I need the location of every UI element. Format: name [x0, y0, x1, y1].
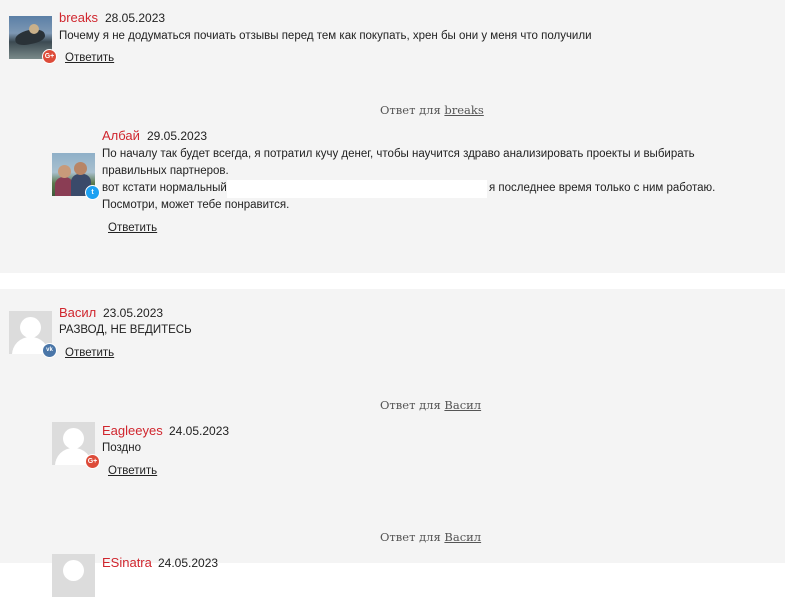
reply-for-prefix: Ответ для	[380, 398, 441, 412]
reply-for-label: Ответ для breaks	[380, 103, 484, 117]
comment-text-line: По началу так будет всегда, я потратил к…	[102, 148, 695, 160]
comment-text-line: я последнее время только с ним работаю.	[489, 182, 716, 194]
comment-author[interactable]: breaks	[59, 10, 98, 25]
reply-button[interactable]: Ответить	[108, 222, 157, 234]
avatar-photo-detail	[58, 165, 71, 178]
reply-for-target-link[interactable]: breaks	[444, 103, 483, 117]
comment-text-line: правильных партнеров.	[102, 165, 229, 177]
comment-thread-2: vk Васил 23.05.2023 РАЗВОД, НЕ ВЕДИТЕСЬ …	[0, 289, 785, 597]
comment-text: Поздно	[102, 442, 142, 454]
reply-for-prefix: Ответ для	[380, 103, 441, 117]
redacted-link	[227, 180, 487, 198]
comment-thread-1: G+ breaks 28.05.2023 Почему я не додумат…	[0, 0, 785, 273]
comment-date: 29.05.2023	[147, 129, 208, 143]
comment-author[interactable]: Eagleeyes	[102, 423, 163, 438]
comment-date: 24.05.2023	[158, 556, 219, 570]
twitter-icon: t	[85, 185, 100, 200]
default-avatar-head	[63, 428, 84, 449]
reply-for-target-link[interactable]: Васил	[444, 398, 481, 412]
avatar-photo-detail	[74, 162, 87, 175]
reply-button[interactable]: Ответить	[108, 465, 157, 477]
comment-date: 23.05.2023	[103, 306, 164, 320]
comment-date: 28.05.2023	[105, 11, 166, 25]
google-plus-icon: G+	[85, 454, 100, 469]
reply-for-label: Ответ для Васил	[380, 530, 481, 544]
reply-for-prefix: Ответ для	[380, 530, 441, 544]
reply-button[interactable]: Ответить	[65, 52, 114, 64]
reply-button[interactable]: Ответить	[65, 347, 114, 359]
comment-author[interactable]: Васил	[59, 305, 96, 320]
default-avatar-head	[63, 560, 84, 581]
comment-text: РАЗВОД, НЕ ВЕДИТЕСЬ	[59, 324, 192, 336]
default-avatar-head	[20, 317, 41, 338]
comment-text-line: Посмотри, может тебе понравится.	[102, 199, 290, 211]
comment-text: Почему я не додуматься почиать отзывы пе…	[59, 30, 592, 42]
reply-for-target-link[interactable]: Васил	[444, 530, 481, 544]
comment-date: 24.05.2023	[169, 424, 230, 438]
comment-text-line: вот кстати нормальный	[102, 182, 227, 194]
avatar-photo-detail	[29, 24, 39, 34]
comment-author[interactable]: Албай	[102, 128, 140, 143]
vk-icon: vk	[42, 343, 57, 358]
reply-for-label: Ответ для Васил	[380, 398, 481, 412]
avatar[interactable]	[52, 554, 95, 597]
google-plus-icon: G+	[42, 49, 57, 64]
